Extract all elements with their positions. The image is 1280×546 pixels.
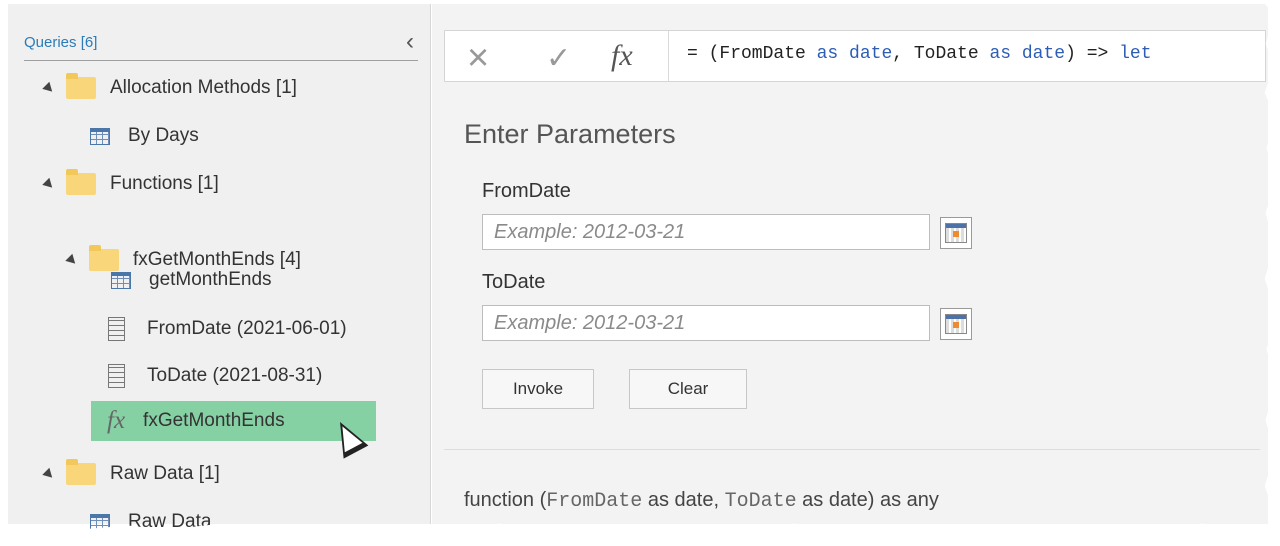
query-item-by-days[interactable]: By Days [90, 116, 199, 156]
formula-type-date: date [1011, 44, 1066, 64]
signature-middle: as date, [642, 489, 725, 511]
query-item-todate-parameter[interactable]: ToDate (2021-08-31) [108, 356, 322, 396]
signature-suffix: as date) as any [796, 489, 939, 511]
section-divider [444, 449, 1260, 450]
query-label: ToDate (2021-08-31) [147, 365, 323, 386]
fromdate-input[interactable]: Example: 2012-03-21 [482, 214, 930, 250]
query-group-allocation-methods[interactable]: Allocation Methods [1] [42, 68, 297, 108]
formula-keyword-as: as [816, 44, 839, 64]
folder-icon [66, 73, 96, 99]
fromdate-label: FromDate [482, 180, 571, 202]
signature-fromdate: FromDate [546, 490, 643, 513]
expanded-triangle-icon[interactable] [42, 81, 56, 95]
expanded-triangle-icon[interactable] [65, 253, 79, 267]
parameters-title: Enter Parameters [464, 119, 676, 149]
formula-prefix: = (FromDate [687, 44, 817, 64]
clear-button[interactable]: Clear [629, 369, 747, 409]
query-label: getMonthEnds [149, 269, 272, 290]
formula-text[interactable]: = (FromDate as date, ToDate as date) => … [687, 44, 1152, 64]
query-label: Allocation Methods [1] [110, 77, 297, 98]
query-item-fromdate-parameter[interactable]: FromDate (2021-06-01) [108, 309, 347, 349]
queries-title: Queries [6] [24, 34, 98, 51]
signature-prefix: function ( [464, 489, 547, 511]
calendar-icon[interactable] [940, 217, 972, 249]
chevron-left-icon[interactable]: ‹ [406, 28, 414, 56]
folder-icon [66, 459, 96, 485]
query-label: FromDate (2021-06-01) [147, 318, 347, 339]
function-signature: function (FromDate as date, ToDate as da… [464, 489, 939, 513]
queries-header: Queries [6] ‹ [24, 28, 418, 61]
invoke-button[interactable]: Invoke [482, 369, 594, 409]
power-query-editor: Queries [6] ‹ Allocation Methods [1] By … [0, 0, 1280, 546]
function-invocation-pane [432, 4, 1268, 524]
query-group-functions[interactable]: Functions [1] [42, 164, 219, 204]
query-label: Raw Data [1] [110, 463, 220, 484]
signature-todate: ToDate [724, 490, 797, 513]
formula-keyword-as: as [989, 44, 1012, 64]
todate-input[interactable]: Example: 2012-03-21 [482, 305, 930, 341]
check-icon[interactable]: ✓ [546, 41, 571, 76]
calendar-icon[interactable] [940, 308, 972, 340]
function-icon: fx [107, 407, 126, 434]
table-icon [111, 271, 131, 289]
todate-label: ToDate [482, 271, 546, 293]
fx-icon[interactable]: fx [611, 39, 633, 73]
query-group-raw-data[interactable]: Raw Data [1] [42, 454, 220, 494]
parameter-icon [108, 364, 125, 388]
formula-middle: , ToDate [892, 44, 990, 64]
formula-bar[interactable]: × ✓ fx = (FromDate as date, ToDate as da… [444, 30, 1266, 82]
query-label: Functions [1] [110, 173, 219, 194]
formula-suffix: ) => [1065, 44, 1120, 64]
screenshot-left-edge [0, 0, 8, 546]
table-icon [90, 127, 110, 145]
folder-icon [66, 169, 96, 195]
formula-type-date: date [838, 44, 893, 64]
query-item-getmonthends[interactable]: getMonthEnds [111, 260, 272, 300]
close-icon[interactable]: × [467, 37, 489, 80]
expanded-triangle-icon[interactable] [42, 467, 56, 481]
query-label: fxGetMonthEnds [143, 410, 285, 431]
query-label: By Days [128, 125, 199, 146]
formula-keyword-let: let [1119, 44, 1152, 64]
formula-divider [650, 31, 669, 81]
expanded-triangle-icon[interactable] [42, 177, 56, 191]
parameter-icon [108, 317, 125, 341]
